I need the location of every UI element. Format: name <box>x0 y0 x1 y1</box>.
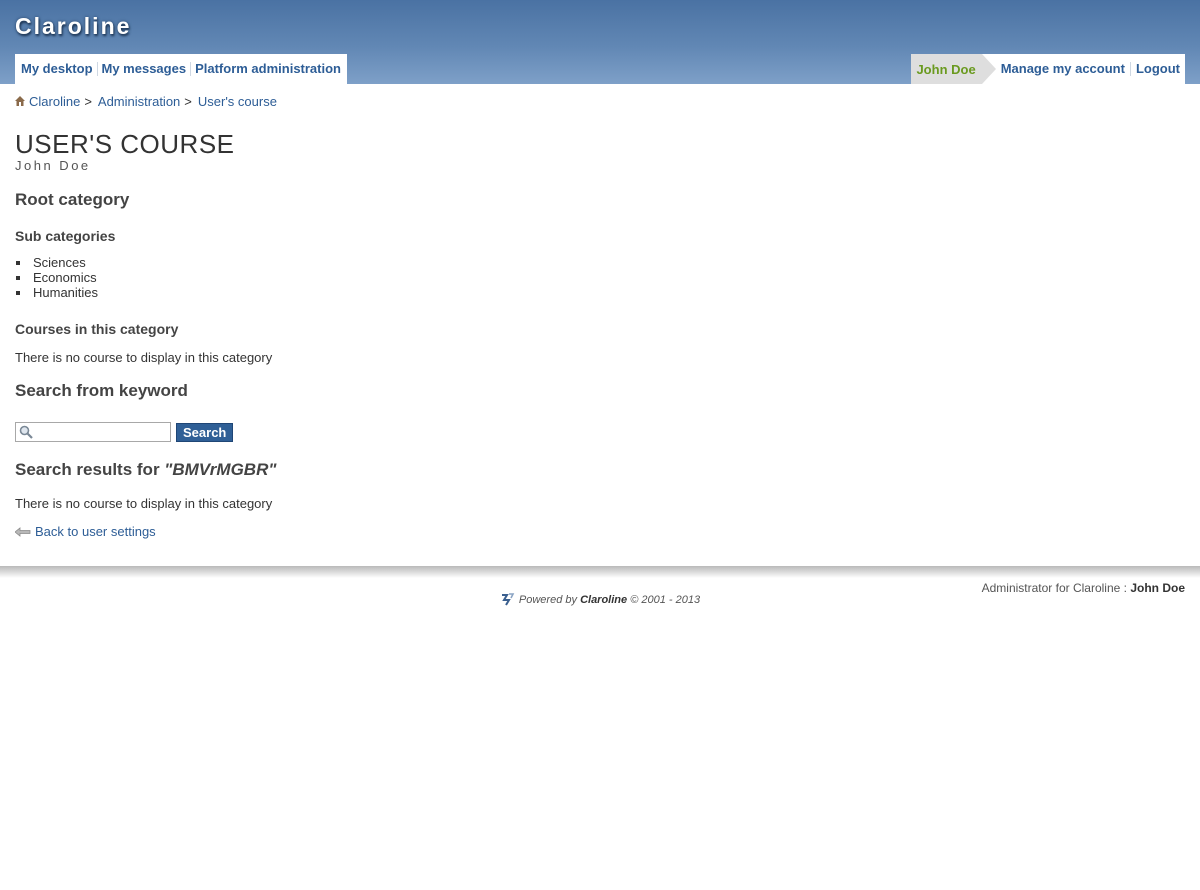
courses-heading: Courses in this category <box>15 321 179 337</box>
search-form: Search <box>15 422 234 442</box>
footer-powered-by: Powered by Claroline © 2001 - 2013 <box>0 593 1200 606</box>
back-arrow-icon <box>15 526 31 537</box>
breadcrumb: Claroline > Administration > User's cour… <box>15 94 277 109</box>
nav-my-messages[interactable]: My messages <box>96 62 191 76</box>
header-banner: Claroline My desktop My messages Platfor… <box>0 0 1200 84</box>
powered-copyright: © 2001 - 2013 <box>627 594 701 606</box>
bullet-icon <box>16 275 20 280</box>
main-nav: My desktop My messages Platform administ… <box>15 54 347 84</box>
nav-platform-administration[interactable]: Platform administration <box>190 62 345 76</box>
search-input[interactable] <box>34 423 166 439</box>
breadcrumb-separator: > <box>184 94 192 109</box>
root-category-heading: Root category <box>15 190 130 209</box>
nav-manage-account[interactable]: Manage my account <box>996 62 1130 76</box>
search-icon <box>19 425 33 439</box>
page-title: USER'S COURSE <box>15 129 235 159</box>
category-sciences: Sciences <box>33 255 86 270</box>
bullet-icon <box>16 290 20 295</box>
back-link-row: Back to user settings <box>15 524 156 539</box>
search-keyword: "BMVrMGBR" <box>164 460 277 479</box>
category-economics: Economics <box>33 270 97 285</box>
search-results-label: Search results for <box>15 460 165 479</box>
search-button[interactable]: Search <box>176 422 234 442</box>
list-item: Sciences <box>15 255 98 270</box>
category-humanities: Humanities <box>33 285 99 300</box>
bullet-icon <box>16 260 20 265</box>
claroline-logo-icon <box>501 593 515 606</box>
powered-label: Powered by <box>518 594 581 606</box>
home-icon <box>15 95 25 106</box>
sub-categories-heading: Sub categories <box>15 228 116 244</box>
search-field <box>15 422 171 442</box>
breadcrumb-claroline[interactable]: Claroline <box>29 94 80 109</box>
nav-my-desktop[interactable]: My desktop <box>17 62 97 76</box>
no-result-message: There is no course to display in this ca… <box>15 496 273 511</box>
breadcrumb-users-course[interactable]: User's course <box>198 94 277 109</box>
no-course-message: There is no course to display in this ca… <box>15 350 273 365</box>
breadcrumb-separator: > <box>84 94 92 109</box>
sub-categories-list: Sciences Economics Humanities <box>15 255 98 300</box>
breadcrumb-administration[interactable]: Administration <box>98 94 180 109</box>
list-item: Economics <box>15 270 98 285</box>
user-nav: John Doe Manage my account Logout <box>911 54 1185 84</box>
page-subtitle: John Doe <box>15 158 91 173</box>
back-to-user-settings-link[interactable]: Back to user settings <box>35 524 156 539</box>
powered-brand-link[interactable]: Claroline <box>580 594 627 606</box>
nav-logout[interactable]: Logout <box>1129 62 1185 76</box>
current-user-tab[interactable]: John Doe <box>911 54 996 84</box>
footer-divider <box>0 566 1200 578</box>
list-item: Humanities <box>15 285 98 300</box>
search-heading: Search from keyword <box>15 381 188 400</box>
app-logo[interactable]: Claroline <box>15 13 131 40</box>
search-results-heading: Search results for "BMVrMGBR" <box>15 460 276 480</box>
